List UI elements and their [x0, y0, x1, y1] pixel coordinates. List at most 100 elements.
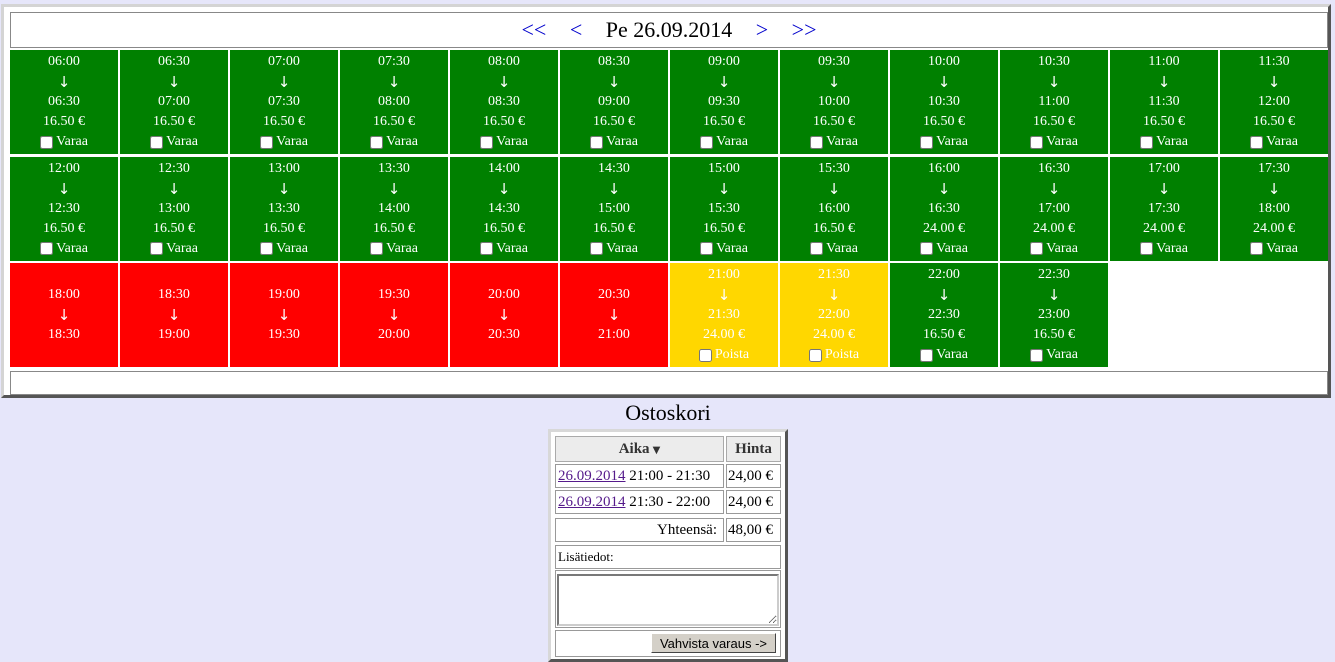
timeslot-free[interactable]: 09:00 ↓ 09:30 16.50 € Varaa — [670, 50, 778, 154]
slot-poista-toggle[interactable]: Poista — [698, 345, 749, 365]
slot-checkbox[interactable] — [370, 135, 384, 149]
slot-checkbox[interactable] — [150, 242, 164, 255]
slot-checkbox[interactable] — [808, 348, 822, 362]
slot-varaa-toggle[interactable]: Varaa — [1030, 345, 1078, 365]
column-header-time[interactable]: Aika ▼ — [555, 436, 724, 462]
slot-varaa-toggle[interactable]: Varaa — [590, 239, 638, 259]
slot-checkbox[interactable] — [1030, 242, 1044, 255]
slot-checkbox[interactable] — [40, 135, 54, 149]
prev-week-link[interactable]: << — [522, 17, 547, 42]
arrow-down-icon: ↓ — [607, 179, 621, 198]
slot-varaa-toggle[interactable]: Varaa — [260, 239, 308, 259]
slot-checkbox[interactable] — [480, 135, 494, 149]
cart-item-date-link[interactable]: 26.09.2014 — [558, 494, 626, 510]
slot-varaa-toggle[interactable]: Varaa — [590, 132, 638, 152]
slot-poista-toggle[interactable]: Poista — [808, 345, 859, 365]
cart-item-date-link[interactable]: 26.09.2014 — [558, 468, 626, 484]
timeslot-free[interactable]: 11:00 ↓ 11:30 16.50 € Varaa — [1110, 50, 1218, 154]
slot-checkbox[interactable] — [1140, 242, 1154, 255]
timeslot-free[interactable]: 16:30 ↓ 17:00 24.00 € Varaa — [1000, 156, 1108, 261]
slot-varaa-toggle[interactable]: Varaa — [370, 132, 418, 152]
slot-varaa-toggle[interactable]: Varaa — [920, 239, 968, 259]
slot-varaa-toggle[interactable]: Varaa — [480, 239, 528, 259]
timeslot-free[interactable]: 17:00 ↓ 17:30 24.00 € Varaa — [1110, 156, 1218, 261]
slot-checkbox[interactable] — [810, 135, 824, 149]
slot-checkbox[interactable] — [260, 242, 274, 255]
timeslot-free[interactable]: 22:30 ↓ 23:00 16.50 € Varaa — [1000, 263, 1108, 367]
timeslot-free[interactable]: 10:30 ↓ 11:00 16.50 € Varaa — [1000, 50, 1108, 154]
slot-checkbox[interactable] — [1030, 135, 1044, 149]
slot-checkbox[interactable] — [1250, 242, 1264, 255]
slot-varaa-toggle[interactable]: Varaa — [810, 239, 858, 259]
confirm-booking-button[interactable]: Vahvista varaus -> — [650, 633, 776, 653]
slot-checkbox[interactable] — [920, 348, 934, 362]
timeslot-mine[interactable]: 21:00 ↓ 21:30 24.00 € Poista — [670, 263, 778, 367]
slot-varaa-toggle[interactable]: Varaa — [40, 239, 88, 259]
slot-checkbox[interactable] — [920, 135, 934, 149]
timeslot-free[interactable]: 15:30 ↓ 16:00 16.50 € Varaa — [780, 156, 888, 261]
slot-checkbox[interactable] — [480, 242, 494, 255]
slot-action-label: Varaa — [1046, 134, 1078, 149]
timeslot-free[interactable]: 13:30 ↓ 14:00 16.50 € Varaa — [340, 156, 448, 261]
slot-varaa-toggle[interactable]: Varaa — [700, 132, 748, 152]
slot-checkbox[interactable] — [1250, 135, 1264, 149]
slot-price: 24.00 € — [703, 327, 745, 342]
slot-varaa-toggle[interactable]: Varaa — [920, 345, 968, 365]
slot-varaa-toggle[interactable]: Varaa — [700, 239, 748, 259]
slot-varaa-toggle[interactable]: Varaa — [1030, 132, 1078, 152]
timeslot-free[interactable]: 12:00 ↓ 12:30 16.50 € Varaa — [10, 156, 118, 261]
timeslot-free[interactable]: 06:00 ↓ 06:30 16.50 € Varaa — [10, 50, 118, 154]
timeslot-busy: 20:00 ↓ 20:30 — [450, 263, 558, 367]
slot-checkbox[interactable] — [40, 242, 54, 255]
slot-varaa-toggle[interactable]: Varaa — [810, 132, 858, 152]
slot-checkbox[interactable] — [700, 135, 714, 149]
timeslot-free[interactable]: 08:00 ↓ 08:30 16.50 € Varaa — [450, 50, 558, 154]
slot-start-time: 13:30 — [378, 160, 410, 176]
slot-checkbox[interactable] — [260, 135, 274, 149]
timeslot-free[interactable]: 08:30 ↓ 09:00 16.50 € Varaa — [560, 50, 668, 154]
slot-varaa-toggle[interactable]: Varaa — [480, 132, 528, 152]
next-week-link[interactable]: >> — [792, 17, 817, 42]
timeslot-free[interactable]: 06:30 ↓ 07:00 16.50 € Varaa — [120, 50, 228, 154]
slot-checkbox[interactable] — [370, 242, 384, 255]
timeslot-free[interactable]: 10:00 ↓ 10:30 16.50 € Varaa — [890, 50, 998, 154]
timeslot-free[interactable]: 07:30 ↓ 08:00 16.50 € Varaa — [340, 50, 448, 154]
timeslot-free[interactable]: 16:00 ↓ 16:30 24.00 € Varaa — [890, 156, 998, 261]
timeslot-free[interactable]: 15:00 ↓ 15:30 16.50 € Varaa — [670, 156, 778, 261]
timeslot-free[interactable]: 09:30 ↓ 10:00 16.50 € Varaa — [780, 50, 888, 154]
slot-varaa-toggle[interactable]: Varaa — [1030, 239, 1078, 259]
timeslot-free[interactable]: 12:30 ↓ 13:00 16.50 € Varaa — [120, 156, 228, 261]
slot-checkbox[interactable] — [590, 242, 604, 255]
timeslot-free[interactable]: 14:30 ↓ 15:00 16.50 € Varaa — [560, 156, 668, 261]
timeslot-free[interactable]: 13:00 ↓ 13:30 16.50 € Varaa — [230, 156, 338, 261]
slot-varaa-toggle[interactable]: Varaa — [920, 132, 968, 152]
slot-checkbox[interactable] — [590, 135, 604, 149]
slot-varaa-toggle[interactable]: Varaa — [150, 239, 198, 259]
slot-checkbox[interactable] — [700, 242, 714, 255]
timeslot-free[interactable]: 17:30 ↓ 18:00 24.00 € Varaa — [1220, 156, 1328, 261]
slot-varaa-toggle[interactable]: Varaa — [40, 132, 88, 152]
next-day-link[interactable]: > — [756, 17, 768, 42]
timeslot-mine[interactable]: 21:30 ↓ 22:00 24.00 € Poista — [780, 263, 888, 367]
slot-varaa-toggle[interactable]: Varaa — [1140, 239, 1188, 259]
slot-checkbox[interactable] — [1140, 135, 1154, 149]
timeslot-free[interactable]: 14:00 ↓ 14:30 16.50 € Varaa — [450, 156, 558, 261]
slot-action-label: Varaa — [1266, 134, 1298, 149]
slot-checkbox[interactable] — [920, 242, 934, 255]
notes-textarea[interactable] — [557, 574, 779, 626]
slot-checkbox[interactable] — [150, 135, 164, 149]
slot-checkbox[interactable] — [1030, 348, 1044, 362]
slot-start-time: 20:00 — [488, 287, 520, 302]
slot-varaa-toggle[interactable]: Varaa — [260, 132, 308, 152]
slot-checkbox[interactable] — [810, 242, 824, 255]
slot-varaa-toggle[interactable]: Varaa — [150, 132, 198, 152]
timeslot-free[interactable]: 11:30 ↓ 12:00 16.50 € Varaa — [1220, 50, 1328, 154]
prev-day-link[interactable]: < — [570, 17, 582, 42]
timeslot-free[interactable]: 22:00 ↓ 22:30 16.50 € Varaa — [890, 263, 998, 367]
slot-varaa-toggle[interactable]: Varaa — [370, 239, 418, 259]
slot-varaa-toggle[interactable]: Varaa — [1250, 239, 1298, 259]
slot-checkbox[interactable] — [698, 348, 712, 362]
slot-varaa-toggle[interactable]: Varaa — [1250, 132, 1298, 152]
slot-varaa-toggle[interactable]: Varaa — [1140, 132, 1188, 152]
timeslot-free[interactable]: 07:00 ↓ 07:30 16.50 € Varaa — [230, 50, 338, 154]
